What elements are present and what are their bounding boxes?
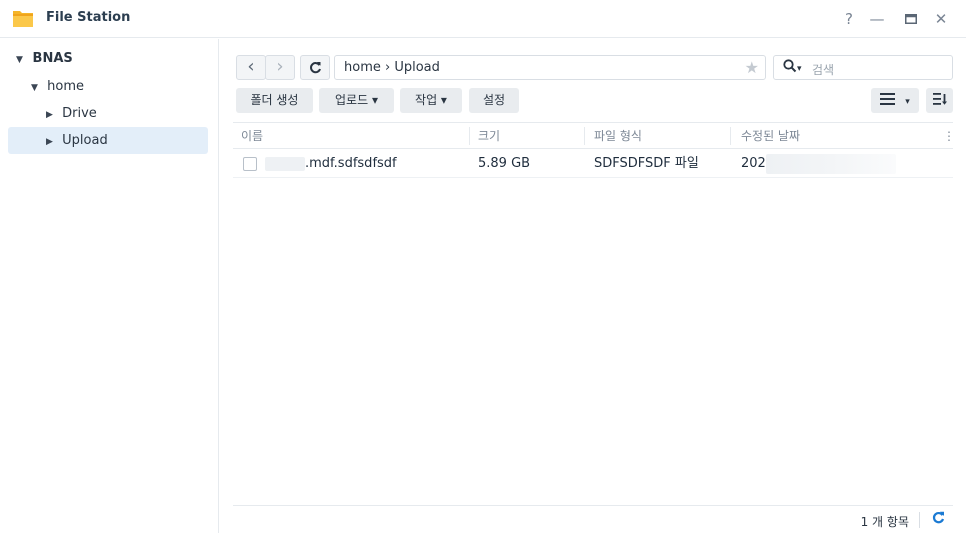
collapse-arrow-icon[interactable]: ▶ [46,129,58,155]
sort-icon [932,93,947,105]
file-modified-date: 202 [741,156,766,171]
column-options-icon[interactable]: ⋮ [943,123,955,150]
action-button[interactable]: 작업 ▾ [400,88,462,113]
refresh-icon [309,62,321,74]
file-station-folder-icon [13,11,33,27]
search-icon[interactable]: ▾ [783,59,802,75]
settings-button[interactable]: 설정 [469,88,519,113]
tree-item-upload[interactable]: ▶ Upload [46,128,108,154]
item-count: 1 개 항목 [860,515,909,529]
row-checkbox[interactable] [243,157,257,171]
column-header-size[interactable]: 크기 [478,123,500,150]
file-size: 5.89 GB [478,156,531,171]
maximize-button[interactable] [900,8,922,30]
tree-item-label: home [47,79,84,94]
tree-item-label: Drive [62,106,97,121]
tree-item-bnas[interactable]: ▼ BNAS [16,46,73,72]
help-button[interactable]: ? [838,8,860,30]
column-divider[interactable] [469,127,470,145]
redacted-filename-prefix [265,157,305,171]
expand-arrow-icon[interactable]: ▼ [31,75,43,101]
list-view-icon [880,93,896,105]
file-type: SDFSDFSDF 파일 [594,156,699,171]
maximize-icon [905,14,917,24]
path-bar[interactable]: home › Upload ★ [334,55,766,80]
search-caret-icon: ▾ [797,64,802,74]
view-caret-icon: ▾ [905,97,910,107]
footer-refresh-button[interactable] [932,510,945,528]
tree-item-home[interactable]: ▼ home [31,74,84,100]
sort-button[interactable] [926,88,953,113]
back-button[interactable]: ‹ [236,55,266,80]
search-input[interactable]: ▾ 검색 [773,55,953,80]
close-button[interactable]: ✕ [930,8,952,30]
search-placeholder: 검색 [812,63,835,77]
table-header: 이름 크기 파일 형식 수정된 날짜 ⋮ [233,122,955,150]
sidebar-tree: ▼ BNAS ▼ home ▶ Drive ▶ Upload [0,39,219,533]
column-divider[interactable] [584,127,585,145]
forward-button[interactable]: › [265,55,295,80]
star-icon[interactable]: ★ [745,58,759,77]
footer-divider [919,512,920,528]
refresh-button[interactable] [300,55,330,80]
status-bar: 1 개 항목 [233,505,953,533]
file-name: .mdf.sdfsdfsdf [305,156,397,171]
upload-button[interactable]: 업로드 ▾ [319,88,394,113]
expand-arrow-icon[interactable]: ▼ [16,47,28,73]
column-divider[interactable] [730,127,731,145]
search-magnifier-icon [783,59,797,73]
column-header-type[interactable]: 파일 형식 [594,123,642,150]
create-folder-button[interactable]: 폴더 생성 [236,88,313,113]
view-mode-button[interactable]: ▾ [871,88,919,113]
redacted-date [766,154,896,174]
path-text: home › Upload [344,60,440,75]
refresh-icon [932,511,945,524]
tree-item-label: Upload [62,133,108,148]
column-header-name[interactable]: 이름 [241,123,263,150]
tree-item-label: BNAS [32,51,73,66]
tree-item-drive[interactable]: ▶ Drive [46,101,97,127]
collapse-arrow-icon[interactable]: ▶ [46,102,58,128]
title-bar: File Station ? — ✕ [0,0,966,38]
table-row[interactable]: .mdf.sdfsdfsdf 5.89 GB SDFSDFSDF 파일 202 [233,150,953,178]
minimize-button[interactable]: — [866,8,888,30]
column-header-modified[interactable]: 수정된 날짜 [741,123,800,150]
window-title: File Station [46,10,131,25]
tree-selection-highlight [8,127,208,154]
